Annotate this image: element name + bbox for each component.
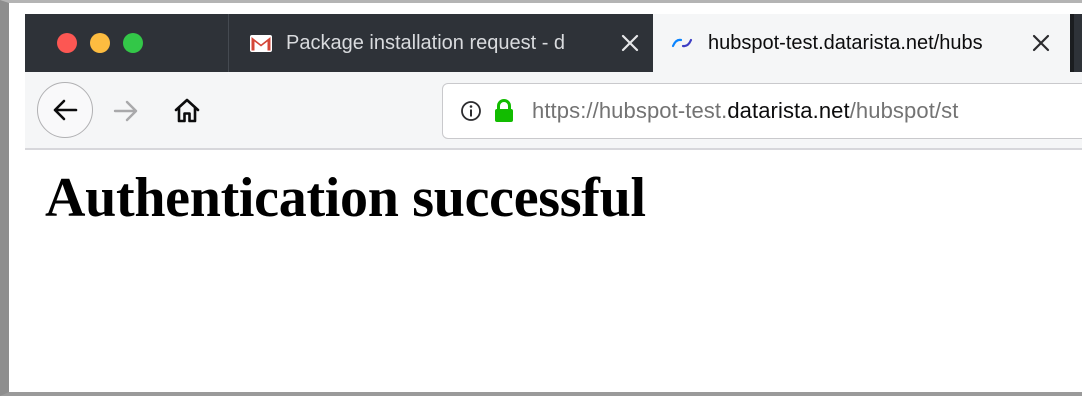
tab-gmail[interactable]: Package installation request - d	[228, 14, 653, 72]
url-prefix: https://hubspot-test.	[532, 98, 728, 123]
window-controls	[25, 14, 228, 72]
tab-close-icon[interactable]	[615, 28, 645, 58]
window-minimize-button[interactable]	[90, 33, 110, 53]
tab-title: Package installation request - d	[286, 31, 566, 54]
url-text: https://hubspot-test.datarista.net/hubsp…	[532, 98, 958, 124]
home-button[interactable]	[170, 93, 204, 127]
screenshot-frame: Package installation request - d hubspot…	[0, 0, 1082, 396]
loading-spinner-icon	[670, 36, 694, 50]
tab-hubspot[interactable]: hubspot-test.datarista.net/hubs	[653, 14, 1070, 72]
window-close-button[interactable]	[57, 33, 77, 53]
window-maximize-button[interactable]	[123, 33, 143, 53]
info-icon[interactable]	[460, 100, 482, 122]
page-content: Authentication successful	[25, 150, 1082, 392]
lock-icon[interactable]	[493, 98, 515, 124]
tab-strip: Package installation request - d hubspot…	[25, 14, 1082, 72]
tab-title: hubspot-test.datarista.net/hubs	[708, 31, 983, 54]
page-heading: Authentication successful	[45, 167, 646, 229]
arrow-left-icon	[52, 98, 78, 122]
back-button[interactable]	[37, 82, 93, 138]
home-icon	[173, 97, 201, 123]
tab-strip-empty-area	[1070, 14, 1082, 72]
url-host: datarista.net	[727, 98, 850, 123]
forward-button[interactable]	[109, 94, 143, 128]
url-path: /hubspot/st	[849, 98, 959, 123]
navigation-toolbar: https://hubspot-test.datarista.net/hubsp…	[25, 72, 1082, 150]
address-bar[interactable]: https://hubspot-test.datarista.net/hubsp…	[442, 83, 1082, 139]
arrow-right-icon	[113, 99, 139, 123]
tab-close-icon[interactable]	[1026, 28, 1056, 58]
gmail-icon	[250, 34, 272, 52]
